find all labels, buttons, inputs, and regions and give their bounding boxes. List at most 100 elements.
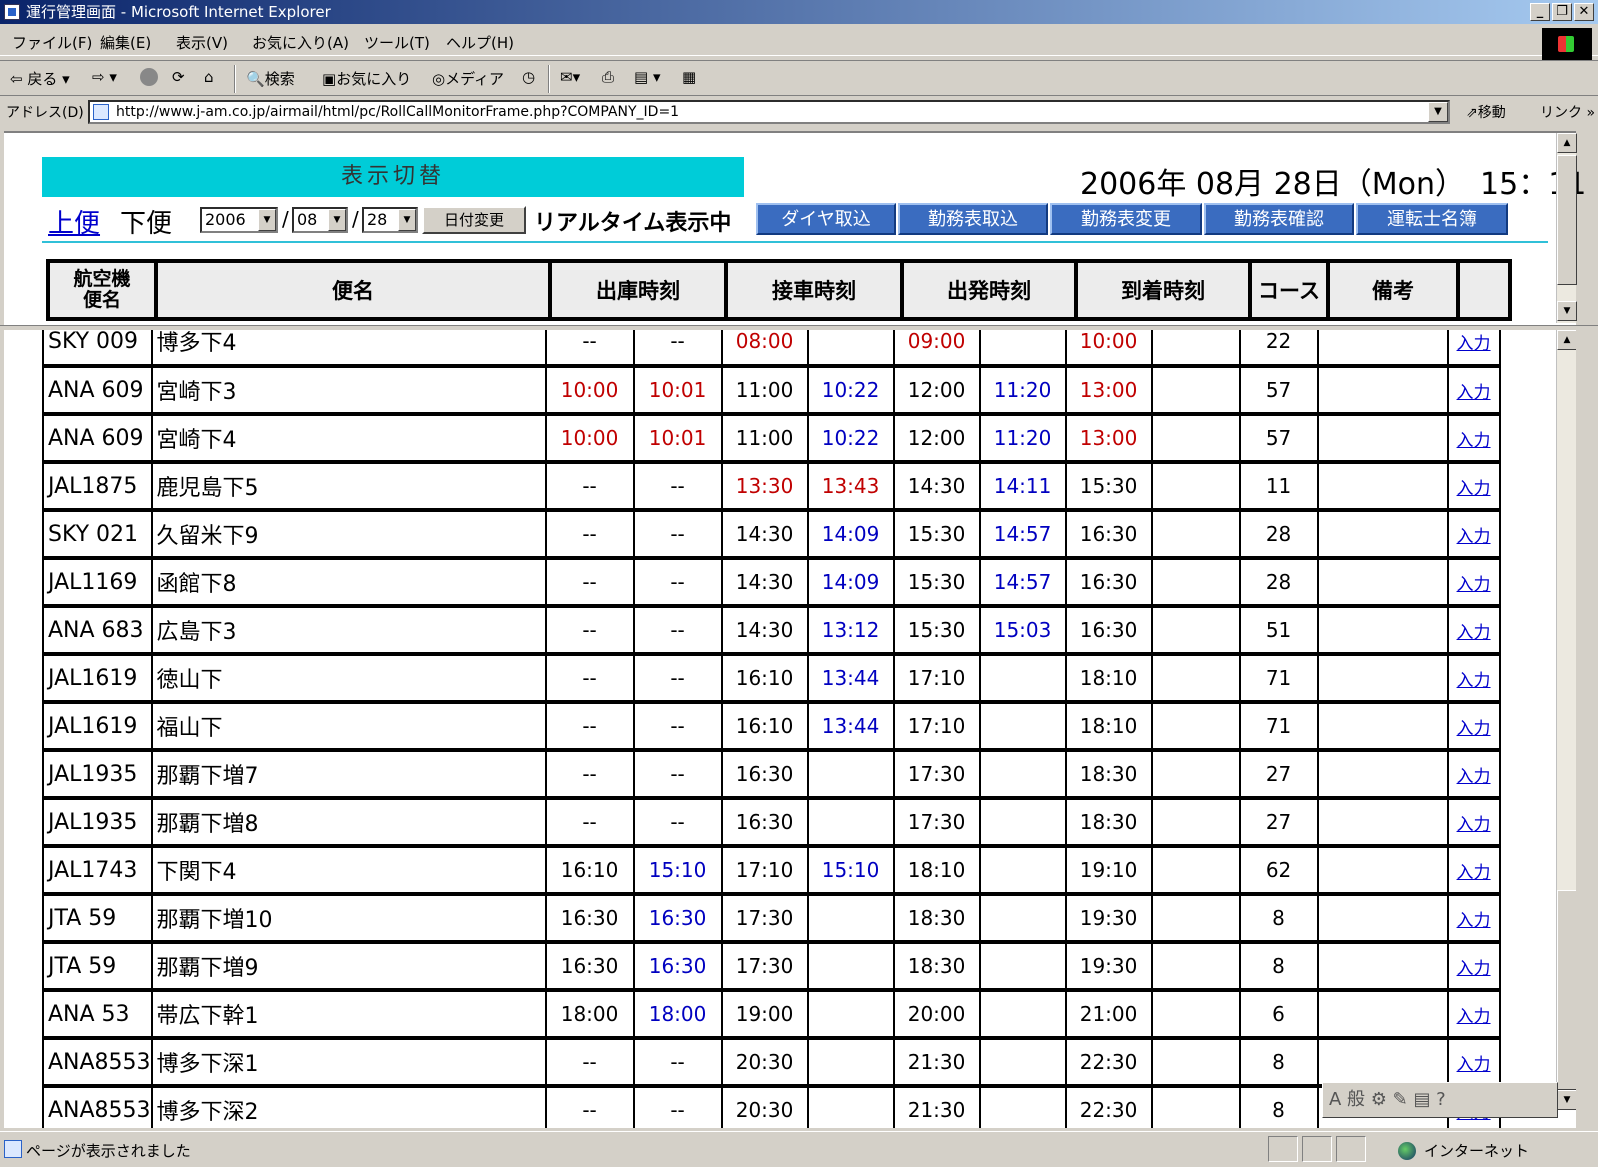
minimize-button[interactable]: _	[1530, 3, 1550, 21]
menu-favorites[interactable]: お気に入り(A)	[252, 32, 349, 53]
cell-notes	[1316, 654, 1449, 704]
header-scrollbar[interactable]: ▲ ▼	[1556, 133, 1577, 323]
cell-departure-actual	[978, 654, 1067, 704]
cell-course: 57	[1238, 366, 1319, 416]
cell-departure-actual	[978, 894, 1067, 944]
input-link[interactable]: 入力	[1457, 863, 1491, 883]
links-button[interactable]: リンク »	[1540, 102, 1595, 122]
menu-tools[interactable]: ツール(T)	[364, 32, 430, 53]
year-select[interactable]: 2006 ▼	[200, 207, 278, 233]
discuss-button[interactable]: ▦	[682, 68, 696, 86]
back-button[interactable]: ⇦ 戻る ▾	[10, 68, 70, 89]
media-button[interactable]: ◎メディア	[432, 68, 504, 89]
menu-help[interactable]: ヘルプ(H)	[446, 32, 514, 53]
favorites-button[interactable]: ▣お気に入り	[322, 68, 411, 89]
scroll-up-icon[interactable]: ▲	[1557, 330, 1576, 350]
cell-arrival-plan: 13:00	[1064, 366, 1153, 416]
input-link[interactable]: 入力	[1457, 959, 1491, 979]
cell-arrival-plan: 22:30	[1064, 1086, 1153, 1128]
cell-dispatch-actual: --	[632, 798, 723, 848]
input-link[interactable]: 入力	[1457, 671, 1491, 691]
day-select[interactable]: 28 ▼	[362, 207, 418, 233]
cell-notes	[1316, 330, 1449, 368]
search-button[interactable]: 🔍検索	[246, 68, 295, 89]
input-link[interactable]: 入力	[1457, 334, 1491, 354]
edit-button[interactable]: ▤ ▾	[634, 68, 661, 86]
scroll-up-icon[interactable]: ▲	[1557, 133, 1577, 153]
favorites-icon: ▣	[322, 70, 337, 88]
cell-connect-actual	[806, 1086, 895, 1128]
mail-button[interactable]: ✉▾	[560, 68, 580, 86]
refresh-icon: ⟳	[172, 68, 185, 86]
scroll-thumb[interactable]	[1557, 155, 1577, 285]
date-change-button[interactable]: 日付変更	[422, 206, 526, 234]
input-link[interactable]: 入力	[1457, 767, 1491, 787]
roster-import-button[interactable]: 勤務表取込	[898, 203, 1048, 235]
input-link[interactable]: 入力	[1457, 911, 1491, 931]
cell-departure-actual: 11:20	[978, 414, 1067, 464]
cell-departure-actual: 11:20	[978, 366, 1067, 416]
display-toggle-bar[interactable]: 表示切替	[42, 157, 744, 197]
cell-aircraft: SKY 009	[42, 330, 153, 368]
go-button[interactable]: ⇗移動	[1466, 102, 1506, 122]
cell-arrival-actual	[1150, 846, 1241, 896]
cell-arrival-actual	[1150, 942, 1241, 992]
input-link[interactable]: 入力	[1457, 575, 1491, 595]
list-scrollbar[interactable]: ▲ ▼	[1556, 330, 1576, 1110]
cell-departure-actual	[978, 846, 1067, 896]
cell-action: 入力	[1446, 750, 1501, 800]
cell-dispatch-actual: 16:30	[632, 942, 723, 992]
driver-list-button[interactable]: 運転士名簿	[1356, 203, 1508, 235]
input-link[interactable]: 入力	[1457, 383, 1491, 403]
input-link[interactable]: 入力	[1457, 623, 1491, 643]
ime-toolbar[interactable]: A 般 ⚙ ✎ ▤ ?	[1322, 1082, 1558, 1118]
cell-departure-actual: 14:11	[978, 462, 1067, 512]
cell-dispatch-plan: 16:30	[544, 942, 635, 992]
up-flights-link[interactable]: 上便	[48, 203, 100, 240]
input-link[interactable]: 入力	[1457, 815, 1491, 835]
scroll-thumb[interactable]	[1557, 890, 1576, 1090]
refresh-button[interactable]: ⟳	[172, 68, 185, 86]
history-button[interactable]: ◷	[522, 68, 535, 86]
menu-edit[interactable]: 編集(E)	[100, 32, 151, 53]
table-row: JAL1875 鹿児島下5 -- -- 13:30 13:43 14:30 14:11 15:3…	[42, 462, 1501, 512]
stop-button[interactable]	[140, 68, 160, 87]
scroll-down-icon[interactable]: ▼	[1557, 301, 1577, 321]
input-link[interactable]: 入力	[1457, 527, 1491, 547]
cell-departure-actual	[978, 330, 1067, 368]
cell-arrival-actual	[1150, 654, 1241, 704]
menu-view[interactable]: 表示(V)	[176, 32, 228, 53]
cell-arrival-actual	[1150, 558, 1241, 608]
input-link[interactable]: 入力	[1457, 719, 1491, 739]
input-link[interactable]: 入力	[1457, 1055, 1491, 1075]
diagram-import-button[interactable]: ダイヤ取込	[756, 203, 896, 235]
close-button[interactable]: ✕	[1574, 3, 1594, 21]
cell-dispatch-actual: 16:30	[632, 894, 723, 944]
roster-change-button[interactable]: 勤務表変更	[1050, 203, 1202, 235]
cell-notes	[1316, 462, 1449, 512]
menu-file[interactable]: ファイル(F)	[12, 32, 92, 53]
forward-button[interactable]: ⇨ ▾	[92, 68, 117, 86]
roster-confirm-button[interactable]: 勤務表確認	[1204, 203, 1354, 235]
cell-connect-actual: 14:09	[806, 558, 895, 608]
input-link[interactable]: 入力	[1457, 431, 1491, 451]
address-input[interactable]: http://www.j-am.co.jp/airmail/html/pc/Ro…	[88, 100, 1450, 124]
input-link[interactable]: 入力	[1457, 479, 1491, 499]
scroll-down-icon[interactable]: ▼	[1557, 1090, 1576, 1110]
restore-button[interactable]: ❐	[1552, 3, 1572, 21]
cell-arrival-plan: 19:10	[1064, 846, 1153, 896]
flight-list-frame: SKY 009 博多下4 -- -- 08:00 09:00 10:00 22 入力 ANA 60…	[4, 330, 1576, 1128]
cell-departure-actual	[978, 1038, 1067, 1088]
address-dropdown-button[interactable]: ▼	[1428, 102, 1448, 122]
col-header-dispatch: 出庫時刻	[548, 259, 728, 321]
input-link[interactable]: 入力	[1457, 1007, 1491, 1027]
cell-notes	[1316, 558, 1449, 608]
col-header-course: コース	[1248, 259, 1330, 321]
cell-arrival-plan: 22:30	[1064, 1038, 1153, 1088]
home-button[interactable]: ⌂	[204, 68, 214, 86]
month-select[interactable]: 08 ▼	[292, 207, 348, 233]
cell-departure-actual	[978, 702, 1067, 752]
print-button[interactable]: ⎙	[602, 68, 614, 86]
cell-flight-name: 宮崎下3	[150, 366, 547, 416]
cell-flight-name: 那覇下増8	[150, 798, 547, 848]
